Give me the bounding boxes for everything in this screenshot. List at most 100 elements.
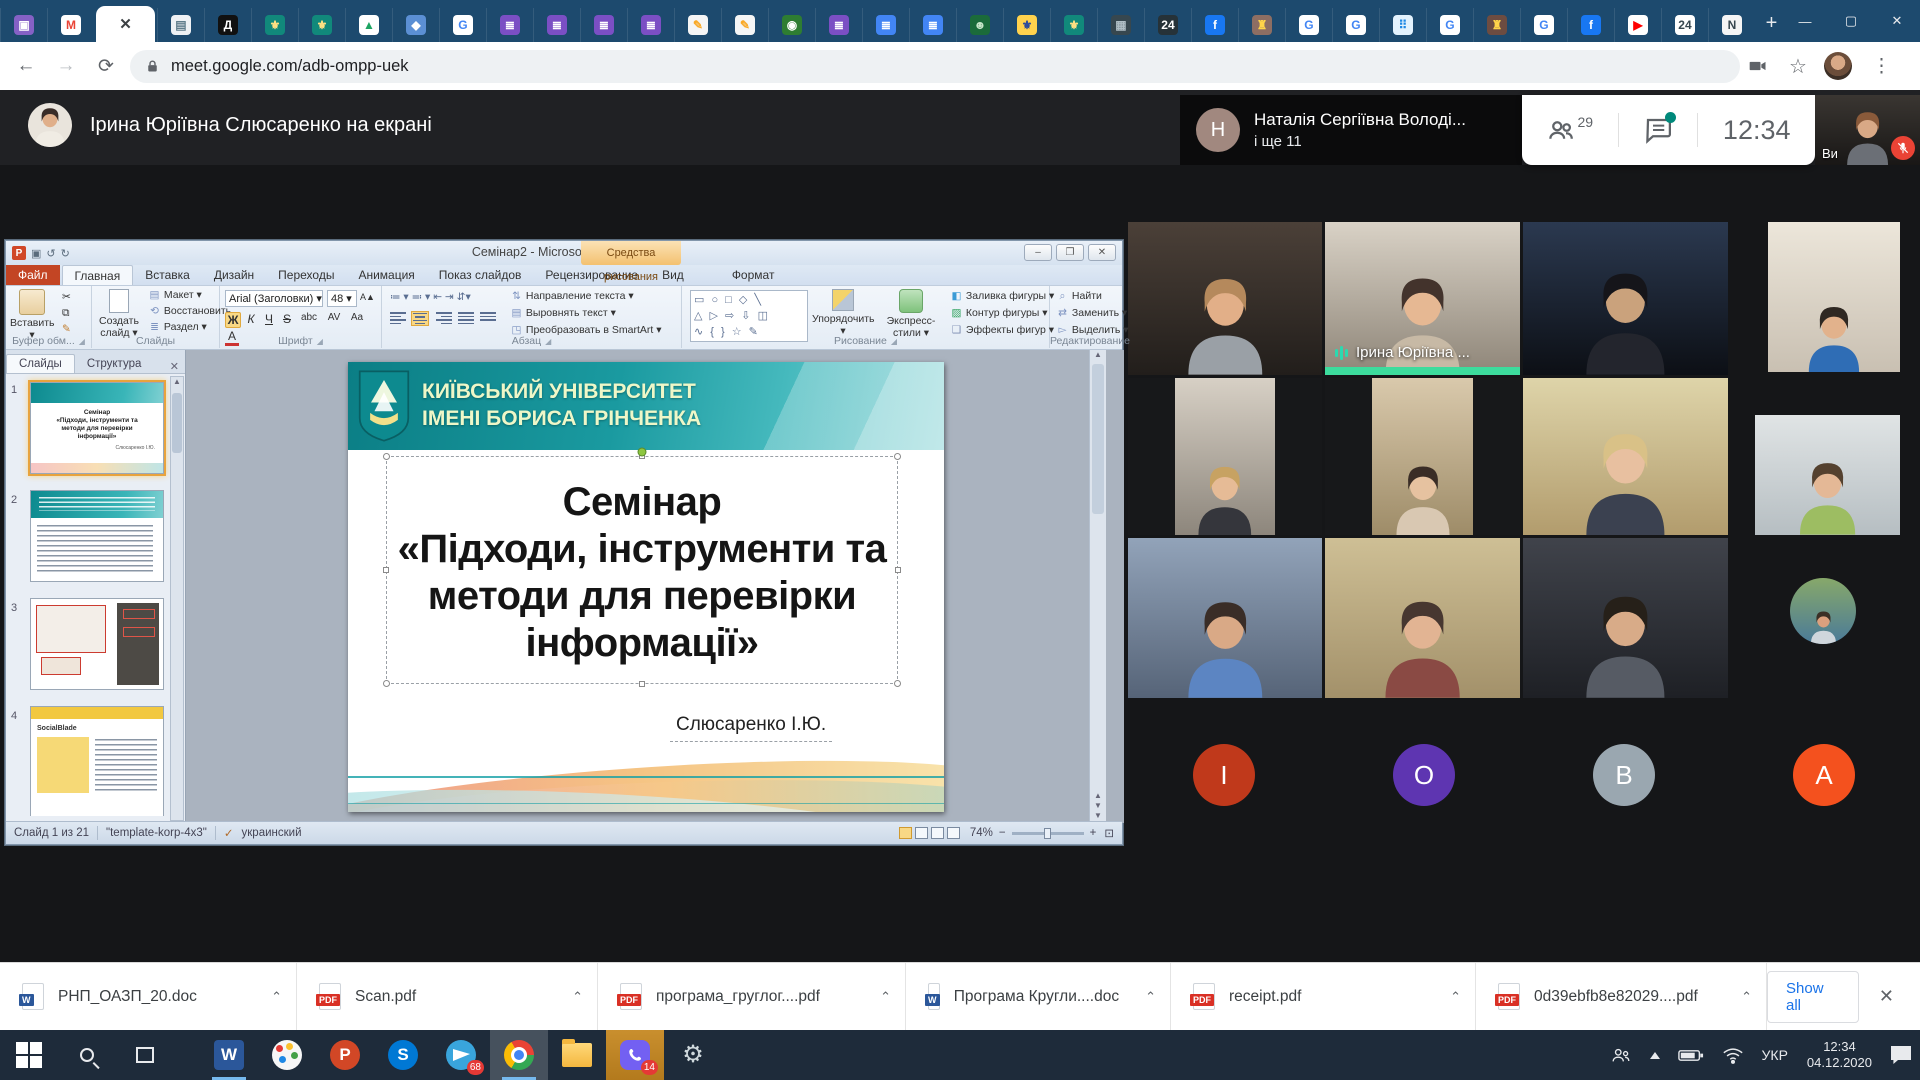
slideshow-view-button[interactable] <box>947 827 960 839</box>
browser-tab-classroom[interactable]: ◉ <box>768 8 815 42</box>
participant-video-tile[interactable] <box>1325 378 1520 535</box>
browser-tab-docs-purple[interactable]: ≣ <box>580 8 627 42</box>
participant-video-tile[interactable] <box>1523 222 1728 375</box>
tray-wifi-icon[interactable] <box>1713 1030 1753 1080</box>
back-button[interactable]: ← <box>10 50 42 82</box>
browser-tab-gold-building[interactable]: ♜ <box>1473 8 1520 42</box>
format-painter-button[interactable]: ✎ <box>62 323 71 335</box>
ppt-tab-Переходы[interactable]: Переходы <box>266 265 346 285</box>
fit-to-window-button[interactable]: ⊡ <box>1104 826 1114 840</box>
ppt-tab-Дизайн[interactable]: Дизайн <box>202 265 266 285</box>
browser-tab-docs-purple[interactable]: ≣ <box>815 8 862 42</box>
ppt-tab-Формат[interactable]: Формат <box>720 265 787 285</box>
participant-video-tile[interactable] <box>1768 222 1900 372</box>
participant-video-tile[interactable] <box>1755 415 1900 535</box>
shape-fill-button[interactable]: ◧ Заливка фигуры ▾ <box>950 290 1054 302</box>
browser-tab-pencil[interactable]: ✎ <box>674 8 721 42</box>
align-text-button[interactable]: ▤ Выровнять текст ▾ <box>510 307 616 319</box>
download-menu-chevron[interactable]: ⌃ <box>271 989 282 1005</box>
window-minimize-button[interactable]: — <box>1782 0 1828 42</box>
action-center-icon[interactable] <box>1882 1030 1920 1080</box>
chat-button[interactable] <box>1643 115 1673 145</box>
browser-tab-n-tab[interactable]: N <box>1708 8 1755 42</box>
download-item[interactable]: PDFпрограма_груглог....pdf⌃ <box>598 963 906 1030</box>
ppt-tab-Файл[interactable]: Файл <box>6 265 60 285</box>
participant-video-tile[interactable] <box>1128 538 1322 698</box>
spellcheck-icon[interactable]: ✓ <box>224 826 234 840</box>
browser-tab-google[interactable]: G <box>1426 8 1473 42</box>
taskbar-word-icon[interactable]: W <box>200 1030 258 1080</box>
taskbar-powerpoint-icon[interactable]: P <box>316 1030 374 1080</box>
browser-tab-gmail[interactable]: M <box>47 8 94 42</box>
status-language[interactable]: украинский <box>242 827 302 839</box>
download-menu-chevron[interactable]: ⌃ <box>1145 989 1156 1005</box>
participant-video-tile[interactable] <box>1325 538 1520 698</box>
taskbar-paint-icon[interactable] <box>258 1030 316 1080</box>
browser-tab-blue-grid[interactable]: ⠿ <box>1379 8 1426 42</box>
ppt-title-bar[interactable]: P ▣ ↺ ↻ Семінар2 - Microsoft PowerPoint … <box>6 241 1122 265</box>
slide-thumbnail-1[interactable]: Семінар«Підходи, інструменти та методи д… <box>30 382 164 474</box>
align-right-button[interactable] <box>436 312 452 325</box>
participant-video-tile[interactable] <box>1128 222 1322 375</box>
tray-battery-icon[interactable] <box>1669 1030 1713 1080</box>
text-direction-button[interactable]: ⇅ Направление текста ▾ <box>510 290 634 302</box>
browser-tab-youtube[interactable]: ▶ <box>1614 8 1661 42</box>
tray-clock[interactable]: 12:34 04.12.2020 <box>1797 1039 1882 1071</box>
align-left-button[interactable] <box>390 312 406 325</box>
browser-tab-docs-purple[interactable]: ≣ <box>627 8 674 42</box>
forward-button[interactable]: → <box>50 50 82 82</box>
cut-button[interactable]: ✂ <box>62 291 71 303</box>
shadow-button[interactable]: abc <box>297 312 321 323</box>
section-button[interactable]: ≣ Раздел ▾ <box>148 321 207 333</box>
panel-close-icon[interactable]: ✕ <box>170 360 179 373</box>
taskbar-explorer-icon[interactable] <box>548 1030 606 1080</box>
panel-tab-slides[interactable]: Слайды <box>6 354 75 373</box>
browser-tab-google[interactable]: G <box>1332 8 1379 42</box>
normal-view-button[interactable] <box>899 827 912 839</box>
browser-tab-emblem-teal[interactable]: ⚜ <box>251 8 298 42</box>
new-tab-button[interactable]: + <box>1761 8 1782 38</box>
slide-sorter-view-button[interactable] <box>915 827 928 839</box>
download-item[interactable]: PDF0d39ebfb8e82029....pdf⌃ <box>1476 963 1767 1030</box>
tray-chevron-up-icon[interactable] <box>1641 1030 1669 1080</box>
copy-button[interactable]: ⧉ <box>62 307 70 320</box>
strikethrough-button[interactable]: S <box>279 312 295 326</box>
shape-outline-button[interactable]: ▨ Контур фигуры ▾ <box>950 307 1048 319</box>
participant-initial-avatar[interactable]: І <box>1193 744 1255 806</box>
browser-tab-facebook[interactable]: f <box>1567 8 1614 42</box>
zoom-in-button[interactable]: + <box>1090 827 1097 839</box>
reload-button[interactable]: ⟳ <box>90 50 122 82</box>
browser-tab-facebook[interactable]: f <box>1191 8 1238 42</box>
panel-tab-outline[interactable]: Структура <box>75 355 154 373</box>
browser-tab-emblem-teal[interactable]: ⚜ <box>1050 8 1097 42</box>
browser-tab-google[interactable]: G <box>439 8 486 42</box>
ppt-tab-Показ слайдов[interactable]: Показ слайдов <box>427 265 534 285</box>
participant-video-tile[interactable] <box>1523 538 1728 698</box>
underline-button[interactable]: Ч <box>261 312 277 326</box>
slide-vertical-scrollbar[interactable]: ▲ ▲▼▼ <box>1089 350 1106 823</box>
download-menu-chevron[interactable]: ⌃ <box>880 989 891 1005</box>
download-menu-chevron[interactable]: ⌃ <box>1450 989 1461 1005</box>
slide-thumbnail-2[interactable] <box>30 490 164 582</box>
browser-tab-badge-24[interactable]: 24 <box>1661 8 1708 42</box>
ppt-tab-Анимация[interactable]: Анимация <box>346 265 426 285</box>
downloads-bar-close-icon[interactable]: ✕ <box>1879 986 1894 1007</box>
self-view-tile[interactable]: Ви <box>1815 95 1920 165</box>
reset-button[interactable]: ⟲ Восстановить <box>148 305 231 317</box>
browser-tab-google[interactable]: G <box>1285 8 1332 42</box>
taskbar-chrome-icon[interactable] <box>490 1030 548 1080</box>
taskbar-viber-icon[interactable]: 14 <box>606 1030 664 1080</box>
download-item[interactable]: WПрограма Кругли....doc⌃ <box>906 963 1171 1030</box>
window-close-button[interactable]: ✕ <box>1874 0 1920 42</box>
browser-tab-badge-24[interactable]: 24 <box>1144 8 1191 42</box>
paste-button[interactable]: Вставить ▾ <box>10 289 54 341</box>
browser-tab-blue-diamond[interactable]: ◆ <box>392 8 439 42</box>
columns-button[interactable] <box>480 312 496 325</box>
ppt-tab-Главная[interactable]: Главная <box>62 265 134 285</box>
rotation-handle[interactable] <box>638 448 647 457</box>
ppt-tab-Вставка[interactable]: Вставка <box>133 265 202 285</box>
taskbar-settings-icon[interactable]: ⚙ <box>664 1030 722 1080</box>
download-item[interactable]: WРНП_ОАЗП_20.doc⌃ <box>0 963 297 1030</box>
zoom-out-button[interactable]: − <box>999 827 1006 839</box>
taskbar-skype-icon[interactable]: S <box>374 1030 432 1080</box>
